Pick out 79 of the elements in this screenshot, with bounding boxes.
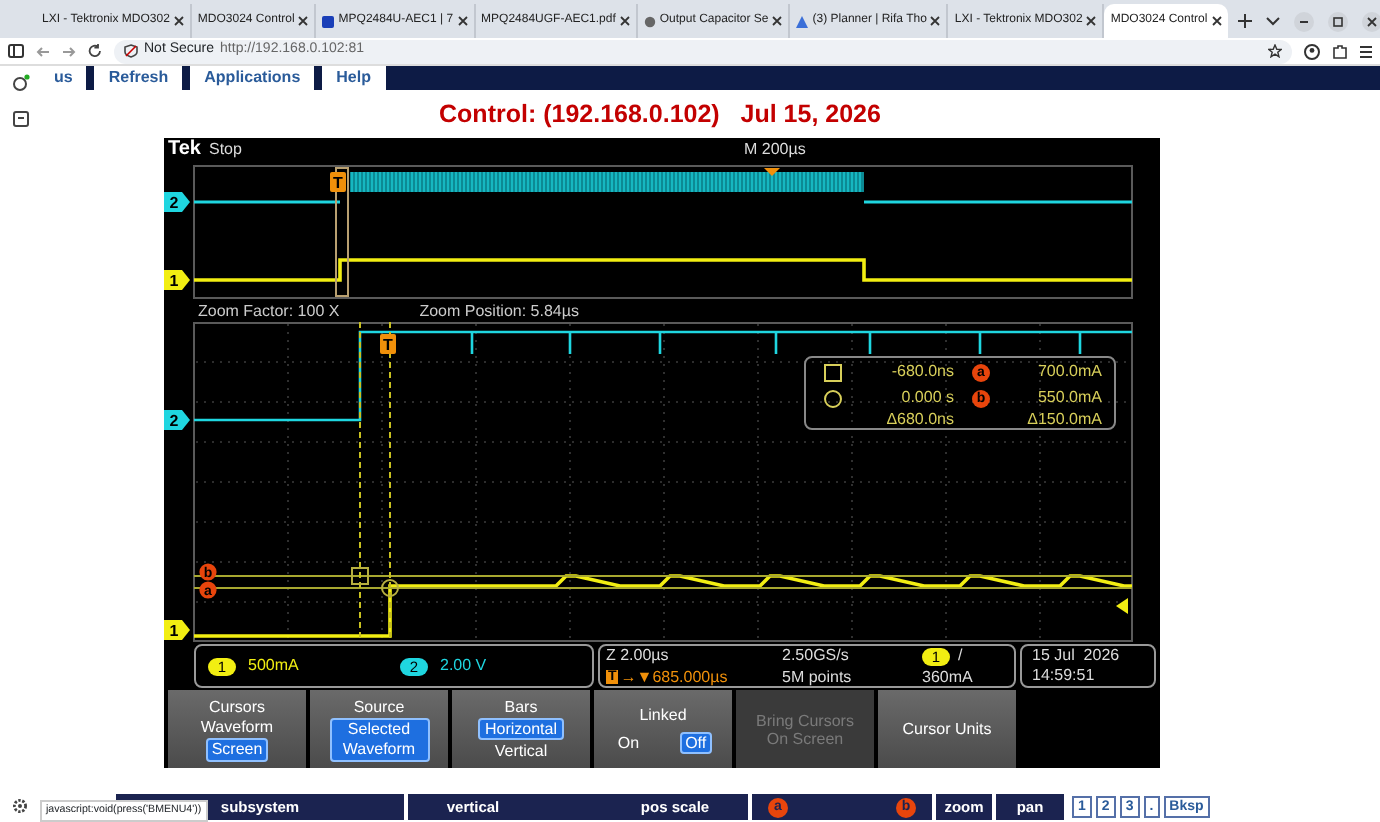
brand-logo: Tek bbox=[168, 140, 201, 161]
close-icon[interactable] bbox=[619, 16, 630, 26]
profile-icon[interactable] bbox=[1304, 43, 1320, 59]
menu-option[interactable]: Screen bbox=[205, 738, 269, 762]
zoom-scale: Z 2.00µs bbox=[606, 648, 671, 665]
channel-scale: 500mA bbox=[248, 658, 299, 675]
trigger-marker: T bbox=[380, 334, 396, 355]
close-icon[interactable] bbox=[930, 16, 941, 26]
reload-icon[interactable] bbox=[88, 44, 102, 58]
trigger-position: →▼685.000µs bbox=[620, 669, 728, 686]
forward-icon[interactable] bbox=[62, 45, 76, 57]
time-label: 14:59:51 bbox=[1032, 668, 1095, 685]
square-cursor-icon bbox=[824, 363, 842, 382]
assistant-icon[interactable] bbox=[11, 74, 29, 92]
close-icon[interactable] bbox=[173, 16, 184, 26]
trigger-slope: / bbox=[958, 648, 963, 665]
close-icon[interactable] bbox=[457, 16, 468, 26]
cursor-value: 550.0mA bbox=[1037, 390, 1102, 407]
sample-rate: 2.50GS/s bbox=[782, 648, 851, 665]
cursor-time: -680.0ns bbox=[891, 364, 954, 381]
close-icon[interactable] bbox=[1211, 16, 1222, 26]
date-label: 15 Jul 2026 bbox=[1032, 648, 1120, 665]
zoom-window bbox=[335, 167, 349, 298]
cursor-time: 0.000 s bbox=[901, 390, 954, 407]
zoom-position-label: Zoom Position: 5.84µs bbox=[419, 304, 579, 321]
menu-option[interactable]: Horizontal bbox=[478, 718, 563, 741]
channel-marker: 1 bbox=[164, 620, 190, 641]
menu-button[interactable]: Linked On Off bbox=[594, 690, 732, 769]
planner-icon bbox=[796, 15, 809, 27]
menu-button[interactable]: Cursor Units bbox=[878, 690, 1016, 769]
zoom-factor-label: Zoom Factor: 100 X bbox=[198, 304, 340, 321]
new-tab-icon[interactable] bbox=[1237, 14, 1252, 28]
channel-scale: 2.00 V bbox=[440, 658, 487, 675]
not-secure-icon bbox=[124, 44, 138, 58]
menu-option[interactable]: Selected Waveform bbox=[329, 717, 429, 762]
cursor-value: Δ150.0mA bbox=[1027, 412, 1102, 429]
channel-marker: 2 bbox=[164, 410, 190, 431]
trigger-position-icon bbox=[764, 168, 780, 177]
reading-list-icon[interactable] bbox=[11, 110, 29, 128]
nav-link[interactable]: Applications bbox=[190, 66, 315, 90]
settings-icon[interactable] bbox=[12, 798, 28, 814]
minimize-icon[interactable] bbox=[1293, 11, 1314, 31]
globe-icon bbox=[643, 15, 656, 27]
close-icon[interactable] bbox=[1086, 16, 1097, 26]
cursor-time: Δ680.0ns bbox=[886, 412, 954, 429]
site-icon bbox=[322, 15, 335, 27]
circle-cursor-icon bbox=[381, 579, 399, 598]
menu-icon[interactable] bbox=[1360, 43, 1372, 59]
menu-option[interactable]: On bbox=[613, 733, 644, 753]
level-arrow-icon bbox=[1116, 598, 1128, 615]
nav-link[interactable]: Help bbox=[322, 66, 385, 90]
timebase-label: M 200µs bbox=[744, 142, 806, 159]
close-icon[interactable] bbox=[1361, 11, 1380, 31]
menu-option[interactable]: Off bbox=[679, 731, 713, 755]
channel-marker: 2 bbox=[164, 192, 190, 213]
bookmark-star-icon[interactable] bbox=[1268, 44, 1282, 58]
page-title: Control: (192.168.0.102) Jul 15, 2026 bbox=[437, 97, 883, 132]
channel-marker: 1 bbox=[164, 270, 190, 291]
menu-button[interactable]: Cursors Waveform Screen bbox=[168, 690, 306, 769]
menu-button[interactable]: Source Selected Waveform bbox=[310, 690, 448, 769]
maximize-icon[interactable] bbox=[1327, 11, 1348, 31]
circle-cursor-icon bbox=[824, 389, 842, 408]
record-length: 5M points bbox=[782, 669, 854, 686]
menu-option[interactable]: Vertical bbox=[490, 742, 552, 762]
back-icon[interactable] bbox=[36, 45, 50, 57]
nav-link[interactable]: us bbox=[40, 66, 87, 90]
sidebar-toggle-icon[interactable] bbox=[8, 44, 24, 58]
nav-link[interactable]: Refresh bbox=[94, 66, 183, 90]
close-icon[interactable] bbox=[772, 16, 783, 26]
extensions-icon[interactable] bbox=[1332, 43, 1348, 59]
trigger-level: 360mA bbox=[922, 669, 975, 686]
cursor-value: 700.0mA bbox=[1037, 364, 1102, 381]
run-state: Stop bbox=[209, 142, 242, 159]
trigger-marker: T bbox=[330, 172, 346, 193]
close-icon[interactable] bbox=[298, 16, 309, 26]
menu-option[interactable]: Waveform bbox=[196, 718, 278, 737]
menu-button[interactable]: Bars Horizontal Vertical bbox=[452, 690, 590, 769]
chevron-down-icon[interactable] bbox=[1265, 16, 1280, 26]
square-cursor-icon bbox=[351, 567, 369, 586]
